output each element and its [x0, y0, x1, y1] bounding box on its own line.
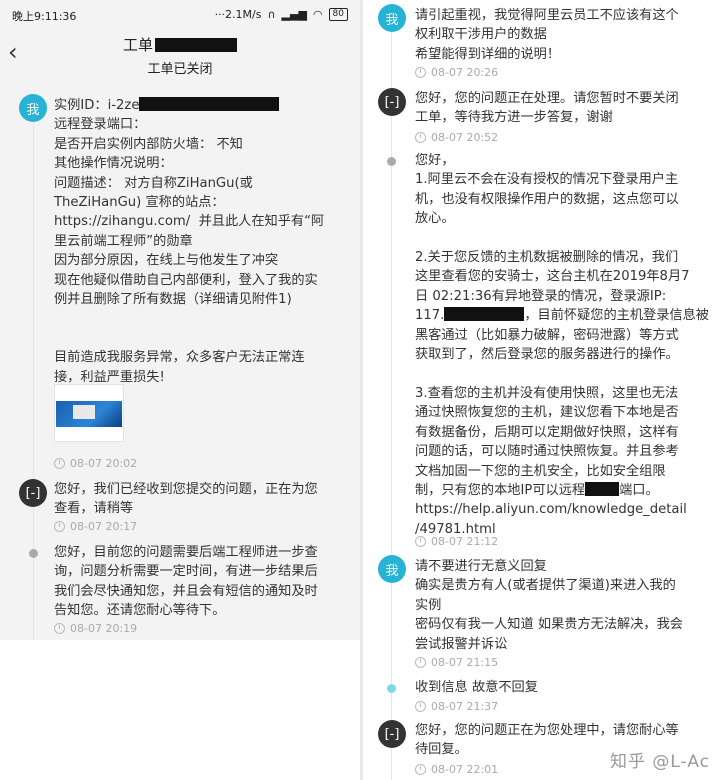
- message-text: 您好，您的问题正在处理。请您暂时不要关闭 工单，等待我方进一步答复，谢谢: [415, 91, 679, 126]
- wifi-icon: ◠: [312, 8, 323, 21]
- network-speed: ···2.1M/s: [214, 8, 262, 21]
- message-time: 08-07 20:26: [415, 66, 498, 79]
- aliyun-logo-icon: [-]: [384, 94, 400, 110]
- clock-icon: [415, 657, 426, 668]
- aliyun-logo-icon: [-]: [25, 485, 41, 501]
- timeline-line: [33, 120, 34, 640]
- battery-icon: 80: [328, 8, 348, 21]
- clock-icon: [415, 67, 426, 78]
- clock-icon: [415, 764, 426, 775]
- aliyun-logo-icon: [-]: [384, 726, 400, 742]
- ticket-status: 工单已关闭: [147, 62, 213, 77]
- message-time: 08-07 21:15: [415, 656, 498, 669]
- status-icons: ···2.1M/s ∩ ▂▄▆ ◠ 80: [215, 8, 348, 21]
- attachment-thumbnail[interactable]: [54, 384, 124, 442]
- left-screenshot: 晚上9:11:36 ···2.1M/s ∩ ▂▄▆ ◠ 80 ‹ 工单 工单已关…: [0, 0, 360, 780]
- right-screenshot: 我 请引起重视，我觉得阿里云员工不应该有这个 权利取干涉用户的数据 希望能得到详…: [363, 0, 720, 780]
- message-text: 您好， 1.阿里云不会在没有授权的情况下登录用户主 机，也没有权限操作用户的数据…: [415, 153, 709, 537]
- ticket-title: 工单: [0, 34, 360, 55]
- avatar-support: [-]: [19, 479, 47, 507]
- headphone-icon: ∩: [267, 8, 276, 21]
- nav-bar: ‹ 工单 工单已关闭: [0, 30, 360, 80]
- redaction-box: [139, 97, 280, 111]
- timeline-dot: [387, 684, 396, 693]
- message-text: 实例ID：i-2ze 远程登录端口： 是否开启实例内部防火墙： 不知 其他操作情…: [54, 97, 325, 385]
- message-text: 收到信息 故意不回复: [415, 680, 538, 695]
- clock-icon: [415, 132, 426, 143]
- timeline-line: [391, 30, 392, 780]
- clock-icon: [54, 623, 65, 634]
- message-time: 08-07 21:37: [415, 700, 498, 713]
- blank-area: [0, 640, 360, 780]
- message-time: 08-07 22:01: [415, 763, 498, 776]
- avatar-me: 我: [19, 94, 47, 122]
- message-text: 您好，我们已经收到您提交的问题，正在为您 查看，请稍等: [54, 482, 318, 517]
- status-time: 晚上9:11:36: [12, 10, 77, 23]
- status-bar: 晚上9:11:36 ···2.1M/s ∩ ▂▄▆ ◠ 80: [0, 0, 360, 28]
- redaction-box: [444, 307, 525, 322]
- avatar-me: 我: [378, 555, 406, 583]
- clock-icon: [415, 701, 426, 712]
- help-link[interactable]: https://help.aliyun.com/knowledge_detail…: [415, 502, 687, 536]
- avatar-me: 我: [378, 4, 406, 32]
- message-text: 请引起重视，我觉得阿里云员工不应该有这个 权利取干涉用户的数据 希望能得到详细的…: [415, 8, 679, 62]
- clock-icon: [415, 536, 426, 547]
- message-text: 您好，目前您的问题需要后端工程师进一步查 询，问题分析需要一定时间，有进一步结果…: [54, 545, 318, 619]
- message-time: 08-07 20:02: [54, 457, 137, 470]
- avatar-support: [-]: [378, 720, 406, 748]
- message-time: 08-07 20:19: [54, 622, 137, 635]
- clock-icon: [54, 458, 65, 469]
- redaction-box: [155, 38, 237, 52]
- timeline-dot: [29, 549, 38, 558]
- window-image: [73, 405, 95, 419]
- message-time: 08-07 21:12: [415, 535, 498, 548]
- message-time: 08-07 20:52: [415, 131, 498, 144]
- message-text: 请不要进行无意义回复 确实是贵方有人(或者提供了渠道)来进入我的 实例 密码仅有…: [415, 559, 683, 652]
- signal-icon: ▂▄▆: [281, 8, 307, 21]
- avatar-support: [-]: [378, 88, 406, 116]
- timeline-dot: [387, 157, 396, 166]
- redaction-box: [585, 481, 620, 496]
- zhihu-watermark: 知乎 @L-Ac: [609, 752, 710, 772]
- clock-icon: [54, 521, 65, 532]
- message-time: 08-07 20:17: [54, 520, 137, 533]
